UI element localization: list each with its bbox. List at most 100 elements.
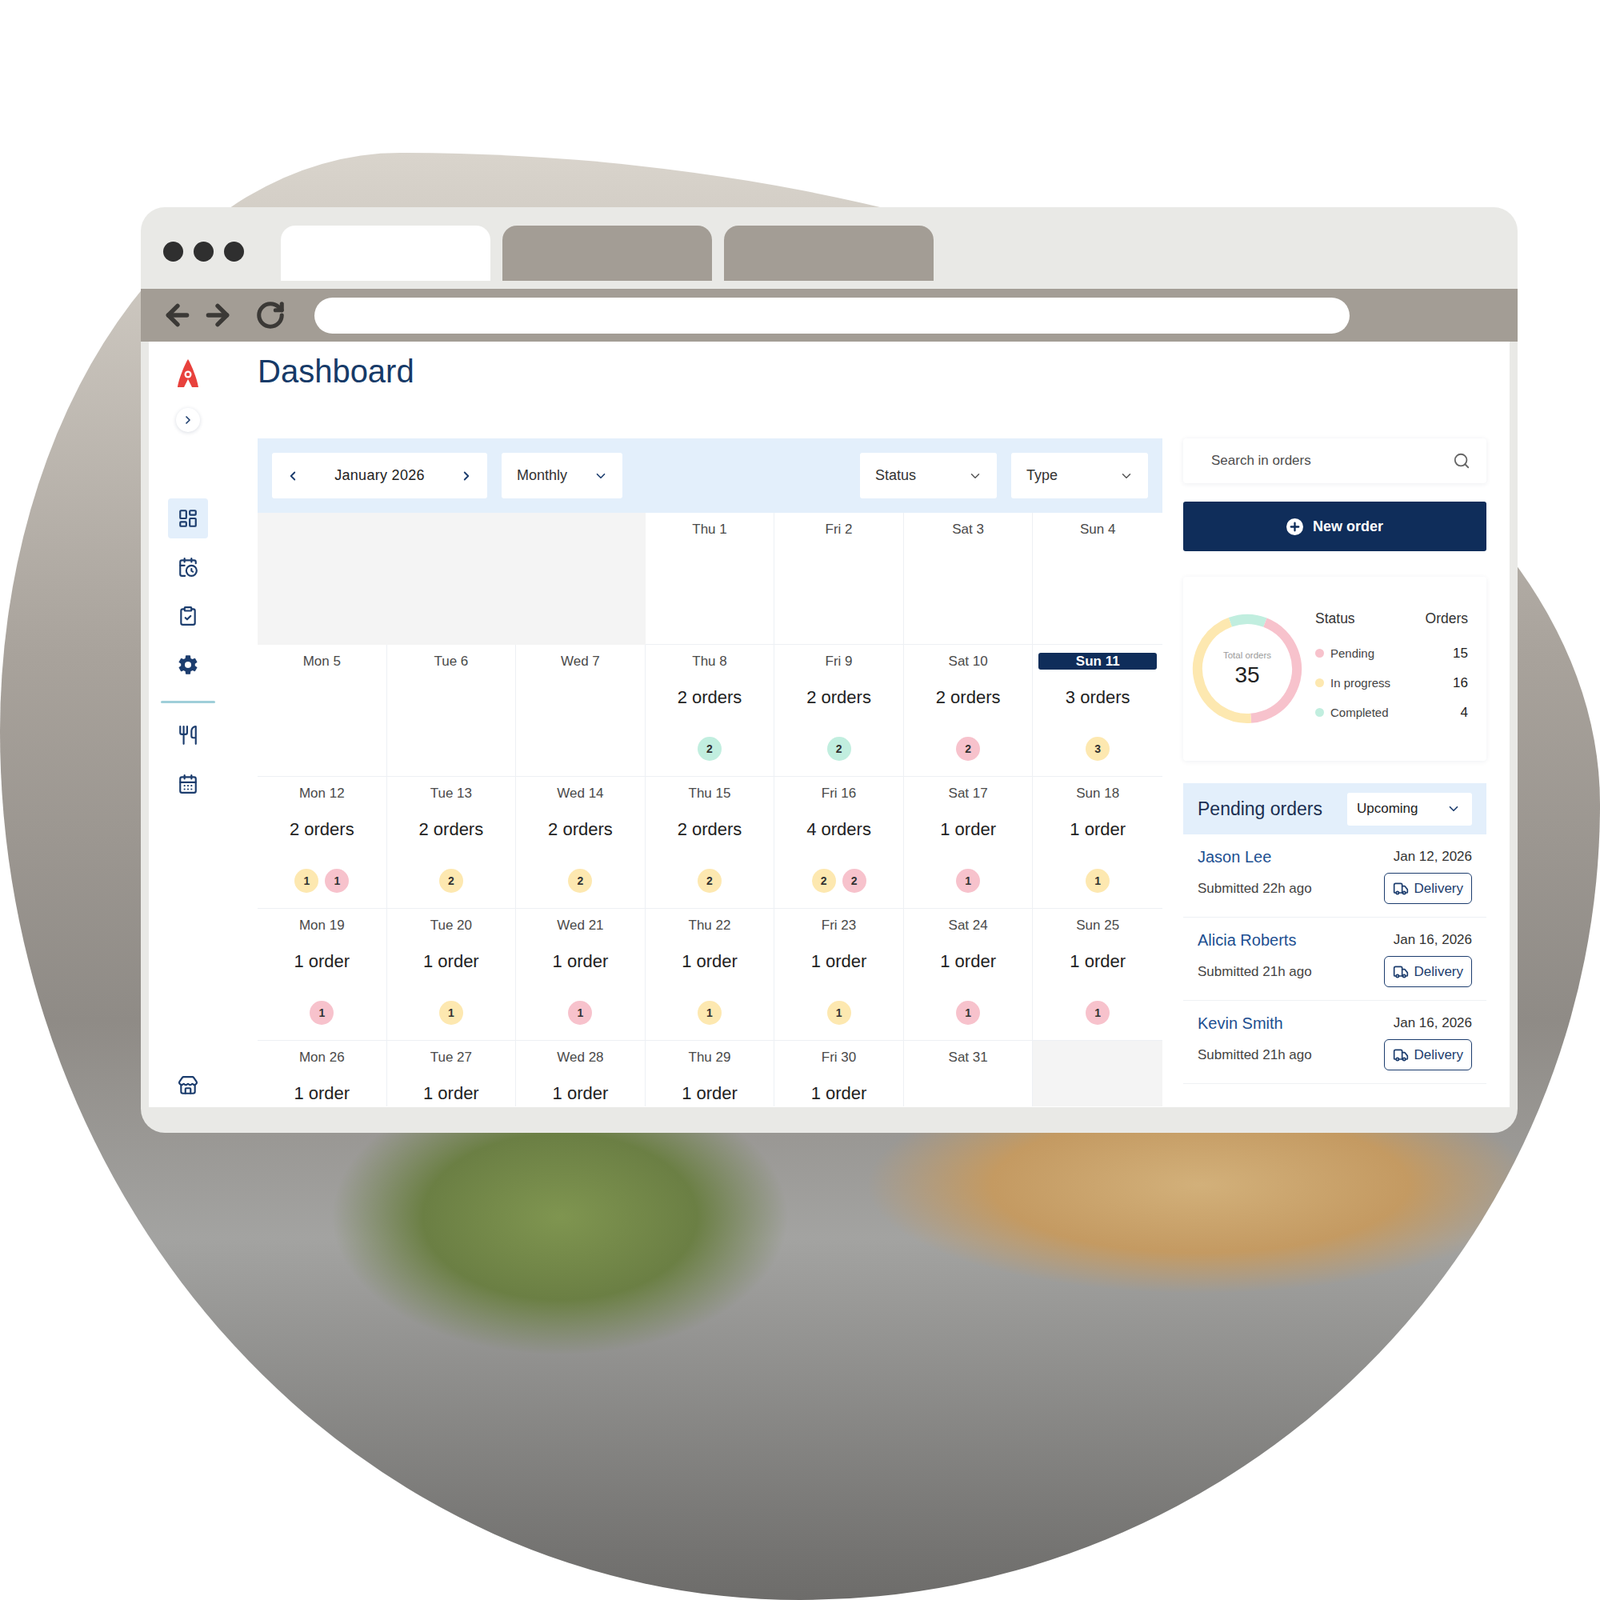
- customer-name: Kevin Smith: [1197, 1013, 1384, 1033]
- day-cell[interactable]: Thu 29 1 order: [645, 1040, 776, 1107]
- day-cell[interactable]: Sun 251 order1: [1032, 908, 1163, 1041]
- day-label: Thu 15: [651, 784, 769, 802]
- previous-month-button[interactable]: [281, 464, 304, 488]
- browser-tab[interactable]: [280, 225, 491, 281]
- sidebar-footer: [168, 1065, 208, 1106]
- window-dot[interactable]: [193, 241, 214, 262]
- search-field[interactable]: Search in orders: [1183, 438, 1487, 484]
- sidebar: [148, 341, 227, 1108]
- day-cell[interactable]: Wed 142 orders2: [516, 776, 646, 909]
- day-orders: 1 order: [681, 1083, 738, 1104]
- calendar-grid: Thu 1 Fri 2Sat 3Sun 4 Mon 5 Tue 6 Wed 7Thu 8…: [257, 512, 1163, 1107]
- column-header: Orders: [1425, 610, 1468, 628]
- day-label: Thu 1: [651, 520, 769, 538]
- sidebar-toggle[interactable]: [176, 408, 200, 432]
- window-controls: [163, 241, 244, 262]
- status-count: 16: [1452, 675, 1468, 692]
- badge-row: 2: [568, 868, 592, 893]
- browser-tab[interactable]: [724, 225, 934, 281]
- day-cell[interactable]: Fri 231 order1: [774, 908, 904, 1041]
- day-orders: 1 order: [293, 951, 350, 972]
- day-orders: 1 order: [811, 1083, 868, 1104]
- window-dot[interactable]: [224, 241, 244, 262]
- pending-filter-select[interactable]: Upcoming: [1347, 792, 1472, 826]
- sidebar-item[interactable]: [168, 547, 208, 588]
- badge-row: 1: [309, 1000, 334, 1025]
- browser-window: DashboardJanuary 2026MonthlyStatusTypeTh…: [140, 207, 1518, 1133]
- sidebar-item[interactable]: [168, 715, 208, 756]
- day-cell[interactable]: Mon 122 orders11: [257, 776, 388, 909]
- day-cell[interactable]: Sat 3: [904, 512, 1034, 645]
- pending-orders-header: Pending ordersUpcoming: [1183, 783, 1487, 835]
- day-cell[interactable]: Mon 191 order1: [257, 908, 388, 1041]
- status-badge: 1: [1085, 1000, 1110, 1025]
- day-cell[interactable]: Fri 164 orders22: [774, 776, 904, 909]
- next-month-button[interactable]: [455, 464, 478, 488]
- day-orders: 1 order: [423, 1083, 480, 1104]
- sidebar-item[interactable]: [168, 1065, 208, 1106]
- order-type-button[interactable]: Delivery: [1384, 1039, 1472, 1071]
- window-dot[interactable]: [163, 241, 184, 262]
- filter-select[interactable]: Type: [1011, 452, 1148, 499]
- day-cell[interactable]: Sun 181 order1: [1032, 776, 1163, 909]
- url-field[interactable]: [314, 297, 1350, 334]
- day-label: Fri 23: [780, 916, 898, 934]
- day-cell[interactable]: Wed 281 order: [516, 1040, 646, 1107]
- sidebar-item[interactable]: [168, 498, 208, 539]
- day-cell[interactable]: Tue 6: [387, 644, 517, 777]
- day-cell[interactable]: Sun 4: [1032, 512, 1163, 645]
- column-header: Status: [1315, 610, 1356, 628]
- status-badge: 2: [697, 868, 722, 893]
- pending-order[interactable]: Alicia RobertsJan 16, 2026Submitted 21h …: [1183, 917, 1487, 1001]
- truck-icon: [1392, 964, 1409, 980]
- day-cell[interactable]: Sat 102 orders2: [904, 644, 1034, 777]
- back-button[interactable]: [161, 299, 194, 332]
- view-select[interactable]: Monthly: [501, 452, 623, 499]
- day-cell[interactable]: Fri 2: [774, 512, 904, 645]
- day-cell[interactable]: Wed 211 order1: [516, 908, 646, 1041]
- sidebar-item[interactable]: [168, 596, 208, 636]
- day-label: Mon 5: [263, 652, 381, 670]
- sidebar-item[interactable]: [168, 764, 208, 804]
- reload-button[interactable]: [254, 299, 287, 332]
- day-cell[interactable]: Fri 92 orders2: [774, 644, 904, 777]
- day-cell[interactable]: Sat 31: [904, 1040, 1034, 1107]
- pending-order[interactable]: Jason LeeJan 12, 2026Submitted 22h agoDe…: [1183, 834, 1487, 918]
- day-label: Thu 29: [651, 1048, 769, 1066]
- status-badge: 1: [294, 868, 319, 893]
- day-cell[interactable]: Sat 241 order1: [904, 908, 1034, 1041]
- empty-day-cell: [387, 512, 517, 645]
- logo[interactable]: [172, 357, 204, 390]
- day-cell[interactable]: Tue 132 orders2: [387, 776, 517, 909]
- pending-order[interactable]: Kevin SmithJan 16, 2026Submitted 21h ago…: [1183, 1000, 1487, 1084]
- day-cell[interactable]: Tue 271 order: [387, 1040, 517, 1107]
- day-cell[interactable]: Thu 221 order1: [645, 908, 776, 1041]
- badge-row: 1: [956, 868, 980, 893]
- day-cell[interactable]: Sat 171 order1: [904, 776, 1034, 909]
- order-type-button[interactable]: Delivery: [1384, 956, 1472, 988]
- sidebar-item[interactable]: [168, 644, 208, 685]
- status-dot: [1315, 678, 1324, 688]
- status-label: Pending: [1315, 646, 1375, 660]
- day-cell[interactable]: Sun 113 orders3: [1032, 644, 1163, 777]
- order-type-button[interactable]: Delivery: [1384, 872, 1472, 904]
- day-cell[interactable]: Mon 5: [257, 644, 388, 777]
- browser-title-bar: [140, 207, 1518, 289]
- status-label: Completed: [1315, 705, 1389, 720]
- day-cell[interactable]: Fri 301 order: [774, 1040, 904, 1107]
- browser-tab[interactable]: [502, 225, 712, 281]
- day-cell[interactable]: Mon 261 order: [257, 1040, 388, 1107]
- new-order-button[interactable]: New order: [1183, 501, 1487, 552]
- forward-button[interactable]: [201, 299, 234, 332]
- donut-label: Total orders: [1223, 650, 1272, 660]
- day-label: Tue 6: [392, 652, 511, 670]
- day-orders: 3 orders: [1065, 687, 1131, 708]
- filter-select[interactable]: Status: [860, 452, 997, 499]
- day-cell[interactable]: Tue 201 order1: [387, 908, 517, 1041]
- day-cell[interactable]: Thu 1: [645, 512, 776, 645]
- day-cell[interactable]: Thu 152 orders2: [645, 776, 776, 909]
- day-cell[interactable]: Thu 82 orders2: [645, 644, 776, 777]
- arrow-left-icon: [161, 299, 194, 332]
- day-cell[interactable]: Wed 7: [516, 644, 646, 777]
- title-row: Dashboard: [257, 341, 1485, 439]
